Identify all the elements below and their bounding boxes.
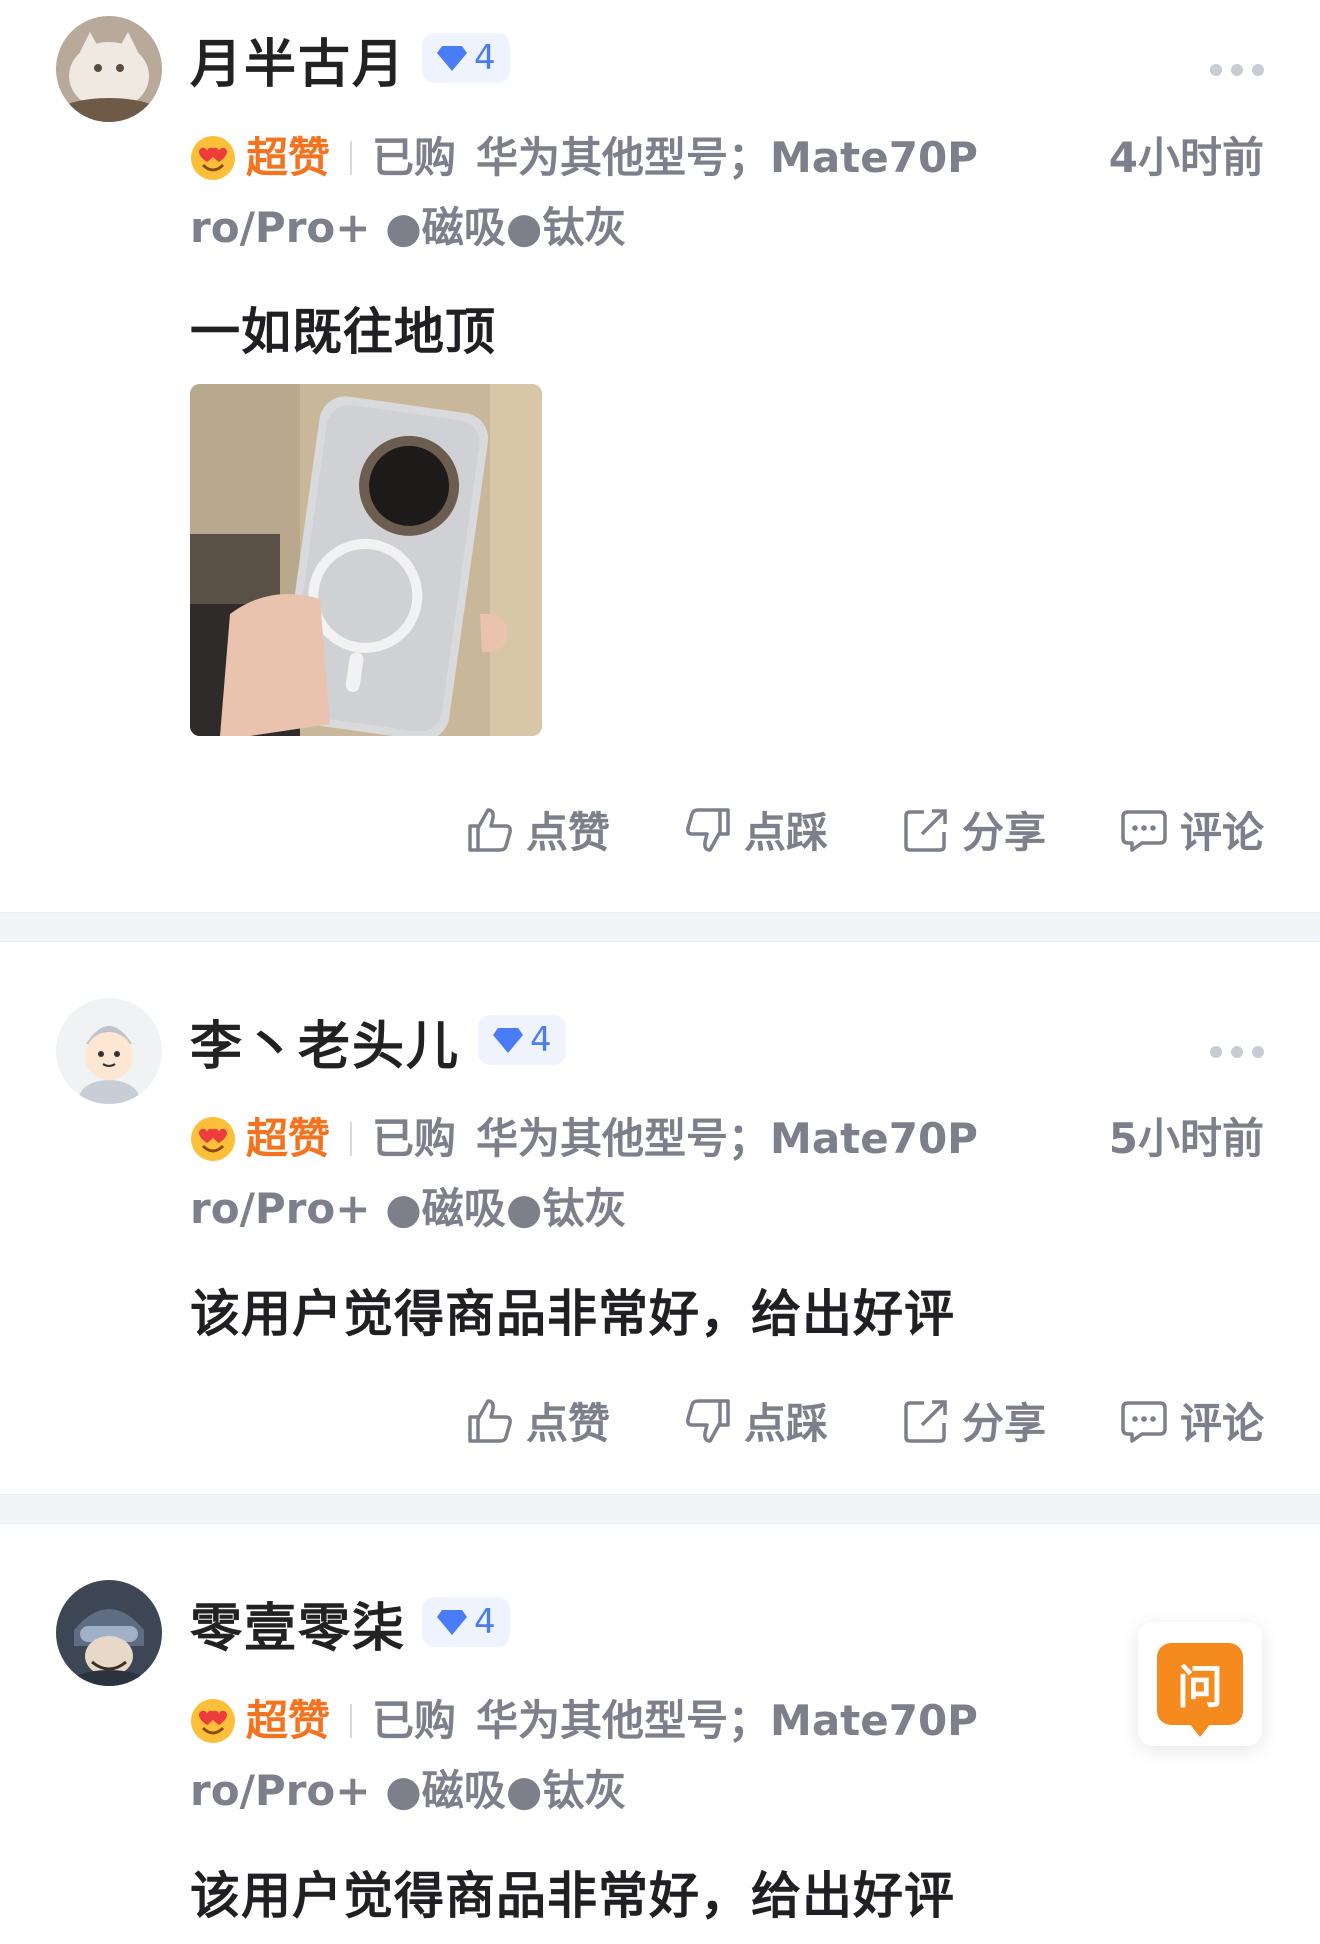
- review-photo[interactable]: [190, 384, 542, 736]
- review-meta: 超赞 已购 华为其他型号；Mate70P 5小时前 ro/Pro+ ●磁吸●钛灰: [190, 1104, 1264, 1244]
- comment-button[interactable]: 评论: [1118, 799, 1264, 860]
- rating-label: 超赞: [246, 1114, 331, 1163]
- ask-button[interactable]: 问: [1138, 1622, 1262, 1746]
- more-options-icon[interactable]: [1210, 64, 1264, 76]
- level-badge: 4: [478, 1015, 566, 1065]
- comment-button[interactable]: 评论: [1118, 1390, 1264, 1451]
- dislike-button[interactable]: 点踩: [682, 799, 828, 860]
- spec-text-continued: ro/Pro+ ●磁吸●钛灰: [190, 1184, 627, 1233]
- comment-label: 评论: [1179, 1399, 1264, 1448]
- section-separator: [0, 912, 1320, 942]
- share-button[interactable]: 分享: [900, 1390, 1046, 1451]
- rating-label: 超赞: [246, 133, 331, 182]
- review-content: 该用户觉得商品非常好，给出好评: [190, 1867, 955, 1925]
- avatar[interactable]: [56, 1580, 162, 1686]
- diamond-icon: [437, 1610, 467, 1635]
- avatar[interactable]: [56, 998, 162, 1104]
- share-label: 分享: [961, 808, 1046, 857]
- thumbs-down-icon: [686, 807, 730, 852]
- dislike-button[interactable]: 点踩: [682, 1390, 828, 1451]
- spec-text: 华为其他型号；Mate70P: [476, 133, 978, 182]
- review-time: 5小时前: [1108, 1114, 1264, 1163]
- like-label: 点赞: [525, 1399, 610, 1448]
- heart-eyes-icon: [191, 1699, 235, 1743]
- ask-label: 问: [1177, 1660, 1223, 1714]
- review-card: 零壹零柒 4 超赞 已购 华为其他型号；Mate70P ro/Pro+ ●磁吸●…: [0, 1524, 1320, 1944]
- more-options-icon[interactable]: [1210, 1046, 1264, 1058]
- review-time: 4小时前: [1108, 133, 1264, 182]
- spec-text-continued: ro/Pro+ ●磁吸●钛灰: [190, 1766, 627, 1815]
- thumbs-up-icon: [468, 1398, 512, 1443]
- share-icon: [904, 808, 947, 852]
- purchase-label: 已购: [372, 133, 457, 182]
- level-number: 4: [474, 38, 496, 78]
- username[interactable]: 零壹零柒: [190, 1586, 406, 1661]
- level-number: 4: [474, 1602, 496, 1642]
- review-card: 李丶老头儿 4 超赞 已购 华为其他型号；Mate70P 5小时前 ro/Pro…: [0, 942, 1320, 1494]
- rating-label: 超赞: [246, 1696, 331, 1745]
- share-button[interactable]: 分享: [900, 799, 1046, 860]
- review-card: 月半古月 4 超赞 已购 华为其他型号；Mate70P 4小时前 ro/Pro+…: [0, 0, 1320, 912]
- review-meta: 超赞 已购 华为其他型号；Mate70P 4小时前 ro/Pro+ ●磁吸●钛灰: [190, 123, 1264, 263]
- heart-eyes-icon: [191, 136, 235, 180]
- avatar[interactable]: [56, 16, 162, 122]
- level-badge: 4: [422, 1597, 510, 1647]
- spec-text: 华为其他型号；Mate70P: [476, 1696, 978, 1745]
- review-content: 一如既往地顶: [190, 303, 496, 361]
- share-icon: [904, 1399, 947, 1443]
- like-button[interactable]: 点赞: [464, 1390, 610, 1451]
- spec-text-continued: ro/Pro+ ●磁吸●钛灰: [190, 203, 627, 252]
- thumbs-down-icon: [686, 1398, 730, 1443]
- spec-text: 华为其他型号；Mate70P: [476, 1114, 978, 1163]
- thumbs-up-icon: [468, 807, 512, 852]
- review-content: 该用户觉得商品非常好，给出好评: [190, 1285, 955, 1343]
- heart-eyes-icon: [191, 1117, 235, 1161]
- diamond-icon: [437, 46, 467, 71]
- divider: [350, 141, 353, 175]
- ask-bubble-icon: 问: [1157, 1643, 1243, 1737]
- level-number: 4: [530, 1020, 552, 1060]
- divider: [350, 1122, 353, 1156]
- share-label: 分享: [961, 1399, 1046, 1448]
- purchase-label: 已购: [372, 1696, 457, 1745]
- dislike-label: 点踩: [743, 808, 828, 857]
- comment-icon: [1121, 809, 1167, 852]
- comment-label: 评论: [1179, 808, 1264, 857]
- purchase-label: 已购: [372, 1114, 457, 1163]
- dislike-label: 点踩: [743, 1399, 828, 1448]
- like-button[interactable]: 点赞: [464, 799, 610, 860]
- level-badge: 4: [422, 33, 510, 83]
- comment-icon: [1121, 1400, 1167, 1443]
- review-meta: 超赞 已购 华为其他型号；Mate70P ro/Pro+ ●磁吸●钛灰: [190, 1686, 1264, 1826]
- like-label: 点赞: [525, 808, 610, 857]
- action-bar: 点赞 点踩 分享 评论: [464, 1390, 1264, 1451]
- diamond-icon: [493, 1028, 523, 1053]
- divider: [350, 1704, 353, 1738]
- action-bar: 点赞 点踩 分享 评论: [464, 799, 1264, 860]
- section-separator: [0, 1494, 1320, 1524]
- username[interactable]: 月半古月: [190, 22, 406, 97]
- username[interactable]: 李丶老头儿: [190, 1004, 460, 1079]
